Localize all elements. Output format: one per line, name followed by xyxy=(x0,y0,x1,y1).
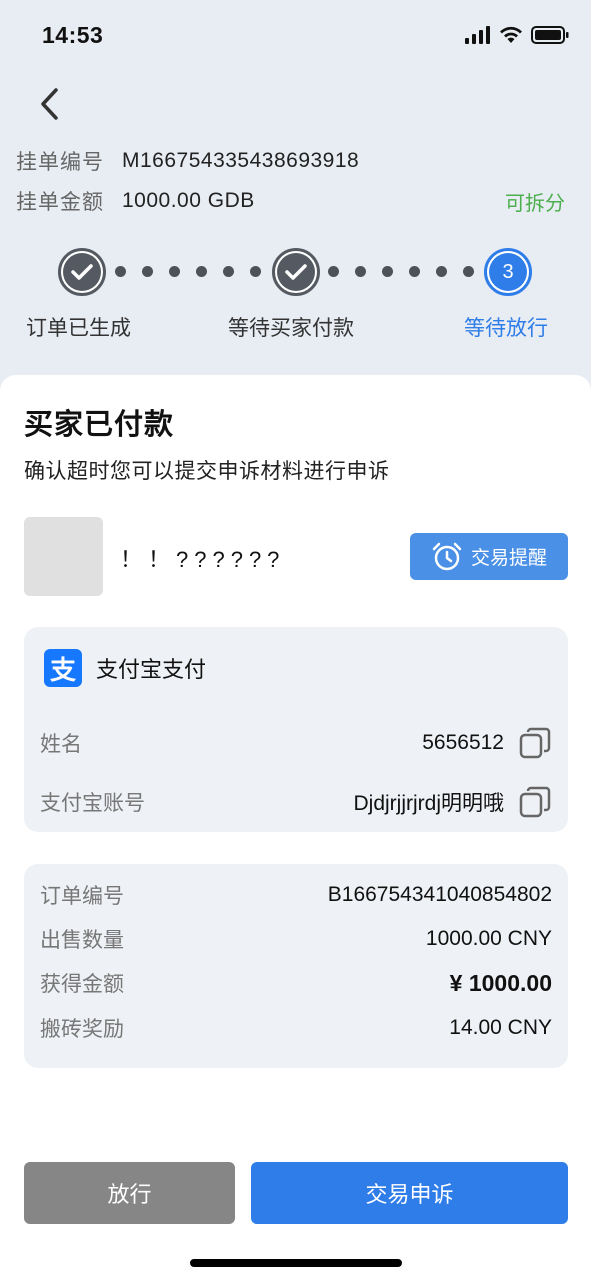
step-1-indicator xyxy=(58,248,106,296)
payment-card: 支 支付宝支付 姓名 5656512 支付宝账号 Djdjrjjrjrdj明明哦 xyxy=(24,627,568,832)
back-arrow-icon xyxy=(41,88,58,120)
sell-quantity-value: 1000.00 CNY xyxy=(425,927,552,950)
trade-remind-label: 交易提醒 xyxy=(470,548,547,569)
payment-method: 支付宝支付 xyxy=(96,657,207,682)
check-icon xyxy=(71,264,93,280)
trade-remind-button[interactable]: 交易提醒 xyxy=(410,533,568,580)
step-dot xyxy=(463,266,474,277)
listing-order-row: 挂单编号 M166754335438693918 xyxy=(16,146,359,176)
sell-quantity-row: 出售数量 1000.00 CNY xyxy=(40,922,552,956)
alipay-account-value: Djdjrjjrjrdj明明哦 xyxy=(353,792,505,815)
buyer-nickname: ！！?????? xyxy=(120,547,286,572)
step-dot xyxy=(115,266,126,277)
back-button[interactable] xyxy=(30,82,70,126)
copy-icon[interactable] xyxy=(518,785,552,819)
step-dot xyxy=(223,266,234,277)
sheet-subtitle: 确认超时您可以提交申诉材料进行申诉 xyxy=(24,460,390,483)
listing-amount-value: 1000.00 GDB xyxy=(122,189,255,212)
order-number-value: B166754341040854802 xyxy=(327,883,552,906)
reward-value: 14.00 CNY xyxy=(449,1016,552,1039)
step-dot xyxy=(169,266,180,277)
step-2-indicator xyxy=(272,248,320,296)
order-number-row: 订单编号 B166754341040854802 xyxy=(40,878,552,912)
received-amount-label: 获得金额 xyxy=(40,973,124,996)
step-dot xyxy=(409,266,420,277)
status-time: 14:53 xyxy=(42,22,104,48)
payee-name-label: 姓名 xyxy=(40,733,82,756)
appeal-button[interactable]: 交易申诉 xyxy=(251,1162,568,1224)
step-dot xyxy=(196,266,207,277)
release-button[interactable]: 放行 xyxy=(24,1162,235,1224)
listing-order-value: M166754335438693918 xyxy=(122,149,360,172)
reward-row: 搬砖奖励 14.00 CNY xyxy=(40,1011,552,1045)
step-3-number: 3 xyxy=(489,253,527,291)
listing-amount-label: 挂单金额 xyxy=(16,191,104,214)
reward-label: 搬砖奖励 xyxy=(40,1018,124,1041)
order-detail-card: 订单编号 B166754341040854802 出售数量 1000.00 CN… xyxy=(24,864,568,1068)
signal-icon xyxy=(465,26,490,44)
payment-header: 支 支付宝支付 xyxy=(44,649,206,687)
step-dot xyxy=(250,266,261,277)
listing-order-label: 挂单编号 xyxy=(16,151,104,174)
wifi-icon xyxy=(500,26,522,43)
status-bar: 14:53 xyxy=(0,0,591,70)
step-dot xyxy=(355,266,366,277)
alipay-account-label: 支付宝账号 xyxy=(40,792,145,815)
step-1-label: 订单已生成 xyxy=(26,317,131,340)
step-3-indicator: 3 xyxy=(484,248,532,296)
status-icons xyxy=(465,26,569,44)
alipay-account-row: 支付宝账号 Djdjrjjrjrdj明明哦 xyxy=(40,782,552,822)
step-dot xyxy=(382,266,393,277)
alipay-icon: 支 xyxy=(44,649,82,687)
battery-icon xyxy=(531,26,569,44)
step-3-label: 等待放行 xyxy=(464,317,548,340)
payee-name-row: 姓名 5656512 xyxy=(40,723,552,763)
payee-name-value: 5656512 xyxy=(422,731,504,754)
received-amount-row: 获得金额 ¥ 1000.00 xyxy=(40,966,552,1000)
splittable-tag: 可拆分 xyxy=(505,193,565,215)
step-2-label: 等待买家付款 xyxy=(228,317,354,340)
step-dot xyxy=(436,266,447,277)
step-dot xyxy=(328,266,339,277)
sheet-title: 买家已付款 xyxy=(24,409,175,441)
order-number-label: 订单编号 xyxy=(40,885,124,908)
home-indicator xyxy=(190,1259,402,1267)
step-dot xyxy=(142,266,153,277)
received-amount-value: ¥ 1000.00 xyxy=(449,969,552,996)
sell-quantity-label: 出售数量 xyxy=(40,929,124,952)
copy-icon[interactable] xyxy=(518,726,552,760)
check-icon xyxy=(285,264,307,280)
listing-amount-row: 挂单金额 1000.00 GDB xyxy=(16,186,255,216)
buyer-avatar xyxy=(24,517,103,596)
alarm-clock-icon xyxy=(432,542,462,570)
order-sheet: 买家已付款 确认超时您可以提交申诉材料进行申诉 ！！?????? 交易提醒 支 … xyxy=(0,375,591,1280)
